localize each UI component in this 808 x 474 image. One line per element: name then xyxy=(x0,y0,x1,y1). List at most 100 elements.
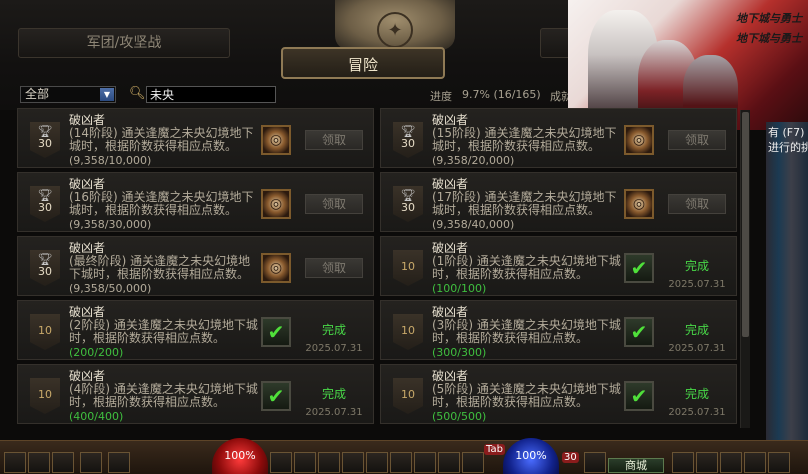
check-icon: ✔ xyxy=(261,381,291,411)
background-scene xyxy=(766,122,808,440)
skill-slot[interactable] xyxy=(390,452,412,473)
menu-slot[interactable] xyxy=(768,452,790,473)
status-complete: 完成 xyxy=(321,387,346,401)
points-badge: 🏆︎ 30 xyxy=(30,186,60,222)
skill-slot[interactable] xyxy=(80,452,102,473)
achievement-progress: (9,358/20,000) xyxy=(432,154,515,167)
achievement-title: 破凶者 xyxy=(69,369,106,383)
tab-legion-raid[interactable]: 军团/攻坚战 xyxy=(18,28,230,58)
skill-slot[interactable] xyxy=(366,452,388,473)
achievement-title: 破凶者 xyxy=(69,305,106,319)
side-panel-text: 有 (F7) xyxy=(768,126,805,139)
reward-icon[interactable]: ◎ xyxy=(624,125,654,155)
category-select-value: 全部 xyxy=(25,87,50,101)
side-panel-text: 进行的挑 xyxy=(768,141,808,154)
achievement-card: 🏆︎ 30 破凶者 (16阶段) 通关逢魔之未央幻境地下城时，根据阶数获得相应点数。(… xyxy=(17,172,374,232)
game-logo: 地下城与勇士 xyxy=(736,32,802,45)
tab-adventure[interactable]: 冒险 xyxy=(281,47,445,79)
category-select[interactable]: 全部 ▼ xyxy=(20,86,116,103)
claim-button[interactable]: 领取 xyxy=(668,194,726,214)
points-badge: 🏆︎ 30 xyxy=(30,122,60,158)
compass-icon: ✦ xyxy=(377,12,413,48)
skill-slot[interactable] xyxy=(108,452,130,473)
completion-date: 2025.07.31 xyxy=(305,407,363,418)
points-value: 30 xyxy=(401,137,415,150)
achievement-desc: (17阶段) 通关逢魔之未央幻境地下城时，根据阶数获得相应点数。 xyxy=(432,190,617,217)
achievement-title: 破凶者 xyxy=(432,305,469,319)
menu-slot[interactable] xyxy=(696,452,718,473)
achievement-progress: (200/200) xyxy=(69,346,124,359)
achievement-title: 破凶者 xyxy=(432,241,469,255)
achievement-title: 破凶者 xyxy=(69,113,106,127)
reward-icon[interactable]: ◎ xyxy=(261,189,291,219)
achievement-card: 🏆︎ 30 破凶者 (17阶段) 通关逢魔之未央幻境地下城时，根据阶数获得相应点数。(… xyxy=(380,172,737,232)
menu-slot[interactable] xyxy=(672,452,694,473)
achievement-progress: (500/500) xyxy=(432,410,487,423)
reward-icon[interactable]: ◎ xyxy=(261,253,291,283)
scroll-thumb[interactable] xyxy=(742,112,749,337)
reward-icon[interactable]: ◎ xyxy=(624,189,654,219)
skill-slot[interactable] xyxy=(294,452,316,473)
reward-icon[interactable]: ◎ xyxy=(261,125,291,155)
achievement-desc: (5阶段) 通关逢魔之未央幻境地下城时，根据阶数获得相应点数。 xyxy=(432,382,621,409)
points-value: 10 xyxy=(401,260,415,273)
skill-slot[interactable] xyxy=(4,452,26,473)
points-value: 10 xyxy=(38,388,52,401)
search-input[interactable] xyxy=(146,86,276,103)
skill-slot[interactable] xyxy=(28,452,50,473)
claim-button[interactable]: 领取 xyxy=(668,130,726,150)
points-badge: 10 xyxy=(393,314,423,350)
achievement-card: 🏆︎ 30 破凶者 (14阶段) 通关逢魔之未央幻境地下城时，根据阶数获得相应点数。(… xyxy=(17,108,374,168)
achievement-card: 🏆︎ 30 破凶者 (最终阶段) 通关逢魔之未央幻境地下城时，根据阶数获得相应点数。(… xyxy=(17,236,374,296)
achievement-card: 10 破凶者 (2阶段) 通关逢魔之未央幻境地下城时，根据阶数获得相应点数。 (200… xyxy=(17,300,374,360)
skill-slot[interactable] xyxy=(318,452,340,473)
scrollbar[interactable] xyxy=(740,110,750,428)
skill-slot[interactable] xyxy=(52,452,74,473)
claim-button[interactable]: 领取 xyxy=(305,194,363,214)
claim-button[interactable]: 领取 xyxy=(305,258,363,278)
points-value: 10 xyxy=(38,324,52,337)
skill-slot[interactable] xyxy=(462,452,484,473)
skill-slot[interactable] xyxy=(438,452,460,473)
menu-slot[interactable] xyxy=(744,452,766,473)
achievement-progress: (300/300) xyxy=(432,346,487,359)
skill-slot[interactable] xyxy=(414,452,436,473)
achievement-progress: (9,358/10,000) xyxy=(69,154,152,167)
points-value: 10 xyxy=(401,324,415,337)
claim-button[interactable]: 领取 xyxy=(305,130,363,150)
achievement-progress: (9,358/50,000) xyxy=(69,282,152,295)
achievement-title: 破凶者 xyxy=(69,177,106,191)
points-value: 30 xyxy=(38,265,52,278)
points-badge: 🏆︎ 30 xyxy=(393,122,423,158)
check-icon: ✔ xyxy=(261,317,291,347)
achievement-card: 10 破凶者 (3阶段) 通关逢魔之未央幻境地下城时，根据阶数获得相应点数。 (300… xyxy=(380,300,737,360)
game-logo: 地下城与勇士 xyxy=(736,12,802,25)
achievement-desc: (2阶段) 通关逢魔之未央幻境地下城时，根据阶数获得相应点数。 xyxy=(69,318,258,345)
points-badge: 🏆︎ 30 xyxy=(30,250,60,286)
shop-button[interactable]: 商城 xyxy=(608,458,664,473)
achievement-desc: (4阶段) 通关逢魔之未央幻境地下城时，根据阶数获得相应点数。 xyxy=(69,382,258,409)
points-value: 10 xyxy=(401,388,415,401)
achievement-card: 🏆︎ 30 破凶者 (15阶段) 通关逢魔之未央幻境地下城时，根据阶数获得相应点数。(… xyxy=(380,108,737,168)
skill-slot[interactable] xyxy=(584,452,606,473)
achievement-progress: (9,358/30,000) xyxy=(69,218,152,231)
status-complete: 完成 xyxy=(684,387,709,401)
points-badge: 10 xyxy=(30,378,60,414)
achievement-desc: (14阶段) 通关逢魔之未央幻境地下城时，根据阶数获得相应点数。 xyxy=(69,126,254,153)
check-icon: ✔ xyxy=(624,381,654,411)
status-complete: 完成 xyxy=(321,323,346,337)
trophy-icon: 🏆︎ xyxy=(37,252,53,266)
achievement-progress: (100/100) xyxy=(432,282,487,295)
achievement-desc: (3阶段) 通关逢魔之未央幻境地下城时，根据阶数获得相应点数。 xyxy=(432,318,621,345)
trophy-icon: 🏆︎ xyxy=(37,188,53,202)
skill-slot[interactable] xyxy=(270,452,292,473)
skill-slot[interactable] xyxy=(342,452,364,473)
achievement-progress: (9,358/40,000) xyxy=(432,218,515,231)
achievement-progress: (400/400) xyxy=(69,410,124,423)
chevron-down-icon[interactable]: ▼ xyxy=(100,88,114,101)
check-icon: ✔ xyxy=(624,253,654,283)
level-badge: 30 xyxy=(562,452,579,463)
menu-slot[interactable] xyxy=(720,452,742,473)
achievement-list: 🏆︎ 30 破凶者 (14阶段) 通关逢魔之未央幻境地下城时，根据阶数获得相应点数。(… xyxy=(17,108,737,430)
completion-date: 2025.07.31 xyxy=(305,343,363,354)
